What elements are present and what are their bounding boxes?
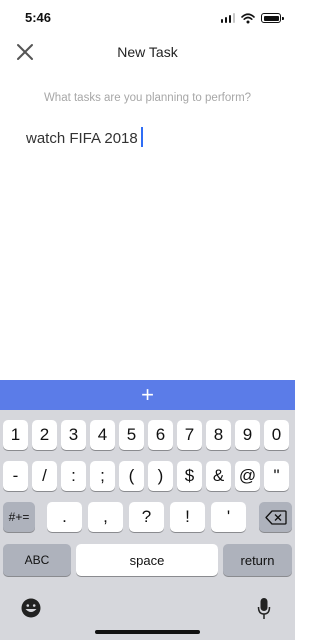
delete-key[interactable] (259, 502, 292, 532)
key-left-paren[interactable]: ( (119, 461, 144, 491)
abc-key[interactable]: ABC (3, 544, 71, 576)
key-hyphen[interactable]: - (3, 461, 28, 491)
key-at[interactable]: @ (235, 461, 260, 491)
home-indicator (95, 630, 200, 634)
key-8[interactable]: 8 (206, 420, 231, 450)
battery-icon (261, 13, 284, 23)
key-comma[interactable]: , (88, 502, 123, 532)
key-1[interactable]: 1 (3, 420, 28, 450)
page-title: New Task (117, 44, 178, 60)
key-right-paren[interactable]: ) (148, 461, 173, 491)
microphone-icon[interactable] (257, 597, 271, 621)
keyboard: 1 2 3 4 5 6 7 8 9 0 - / : ; ( ) $ & @ " … (0, 410, 295, 640)
key-dollar[interactable]: $ (177, 461, 202, 491)
text-caret (141, 127, 143, 147)
key-question[interactable]: ? (129, 502, 164, 532)
key-5[interactable]: 5 (119, 420, 144, 450)
key-6[interactable]: 6 (148, 420, 173, 450)
backspace-icon (264, 509, 287, 525)
key-0[interactable]: 0 (264, 420, 289, 450)
key-colon[interactable]: : (61, 461, 86, 491)
add-task-button[interactable]: + (0, 380, 295, 410)
key-exclamation[interactable]: ! (170, 502, 205, 532)
key-semicolon[interactable]: ; (90, 461, 115, 491)
status-time: 5:46 (25, 10, 52, 25)
wifi-icon (241, 12, 255, 23)
task-prompt: What tasks are you planning to perform? (43, 92, 252, 104)
key-ampersand[interactable]: & (206, 461, 231, 491)
key-apostrophe[interactable]: ' (211, 502, 246, 532)
status-icons (220, 12, 284, 24)
key-9[interactable]: 9 (235, 420, 260, 450)
header: New Task (0, 36, 295, 68)
key-2[interactable]: 2 (32, 420, 57, 450)
space-key[interactable]: space (76, 544, 218, 576)
key-3[interactable]: 3 (61, 420, 86, 450)
key-4[interactable]: 4 (90, 420, 115, 450)
key-period[interactable]: . (47, 502, 82, 532)
key-symbols[interactable]: #+= (3, 502, 35, 532)
key-7[interactable]: 7 (177, 420, 202, 450)
key-quote[interactable]: " (264, 461, 289, 491)
return-key[interactable]: return (223, 544, 292, 576)
key-slash[interactable]: / (32, 461, 57, 491)
task-input[interactable] (26, 127, 271, 149)
emoji-icon[interactable] (20, 597, 42, 619)
status-bar: 5:46 (0, 0, 295, 36)
signal-icon (220, 13, 235, 23)
